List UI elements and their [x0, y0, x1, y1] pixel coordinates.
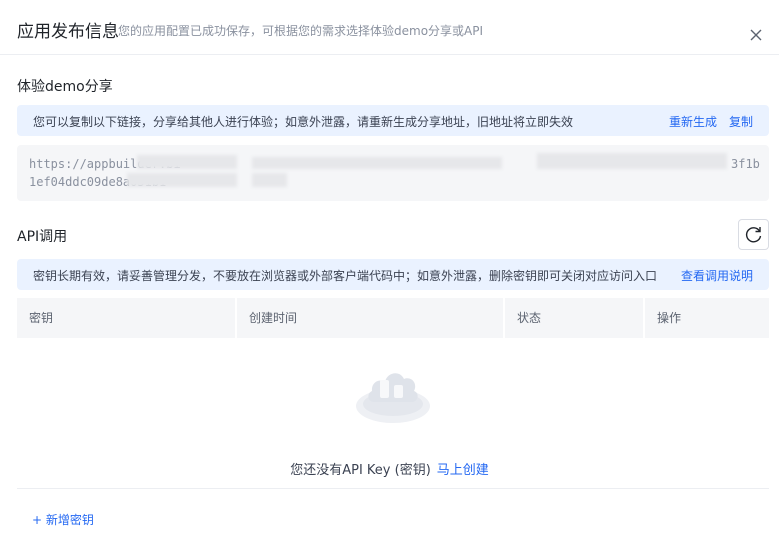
- refresh-icon: [745, 227, 762, 243]
- api-docs-link[interactable]: 查看调用说明: [681, 267, 753, 284]
- url-mask: [127, 173, 237, 187]
- column-header-status: 状态: [517, 311, 542, 325]
- share-url-line1-end: 3f1b: [731, 157, 760, 171]
- api-key-table-header: 密钥 创建时间 状态 操作: [17, 298, 769, 338]
- api-notice-text: 密钥长期有效，请妥善管理分发，不要放在浏览器或外部客户端代码中；如意外泄露，删除…: [33, 269, 658, 283]
- url-mask: [537, 153, 727, 169]
- demo-section-title: 体验demo分享: [17, 79, 113, 95]
- column-header-actions: 操作: [657, 311, 682, 325]
- url-mask: [137, 155, 237, 169]
- share-url-box[interactable]: https://appbuilder.bi 3f1b 1ef04ddc09de8…: [17, 145, 769, 201]
- regenerate-link[interactable]: 重新生成: [669, 113, 717, 130]
- refresh-button[interactable]: [738, 219, 769, 250]
- close-icon[interactable]: [748, 27, 764, 43]
- column-header-key: 密钥: [29, 311, 54, 325]
- demo-notice-text: 您可以复制以下链接，分享给其他人进行体验；如意外泄露，请重新生成分享地址，旧地址…: [33, 115, 574, 129]
- add-key-button[interactable]: + 新增密钥: [32, 511, 94, 528]
- url-mask: [252, 157, 502, 169]
- copy-link[interactable]: 复制: [729, 113, 753, 130]
- dialog-header: 应用发布信息 您的应用配置已成功保存，可根据您的需求选择体验demo分享或API: [0, 0, 779, 55]
- url-mask: [252, 173, 287, 187]
- api-section-title: API调用: [17, 229, 68, 245]
- empty-cloud-icon: [356, 373, 430, 423]
- create-now-link[interactable]: 马上创建: [437, 463, 489, 478]
- dialog-title: 应用发布信息: [17, 22, 119, 42]
- api-notice-bar: 密钥长期有效，请妥善管理分发，不要放在浏览器或外部客户端代码中；如意外泄露，删除…: [17, 259, 769, 290]
- empty-state-text: 您还没有API Key (密钥): [290, 463, 431, 478]
- dialog-subtitle: 您的应用配置已成功保存，可根据您的需求选择体验demo分享或API: [118, 24, 484, 38]
- empty-state: 您还没有API Key (密钥) 马上创建: [0, 459, 779, 478]
- divider: [17, 488, 769, 489]
- column-header-created-time: 创建时间: [249, 311, 298, 325]
- demo-notice-bar: 您可以复制以下链接，分享给其他人进行体验；如意外泄露，请重新生成分享地址，旧地址…: [17, 105, 769, 136]
